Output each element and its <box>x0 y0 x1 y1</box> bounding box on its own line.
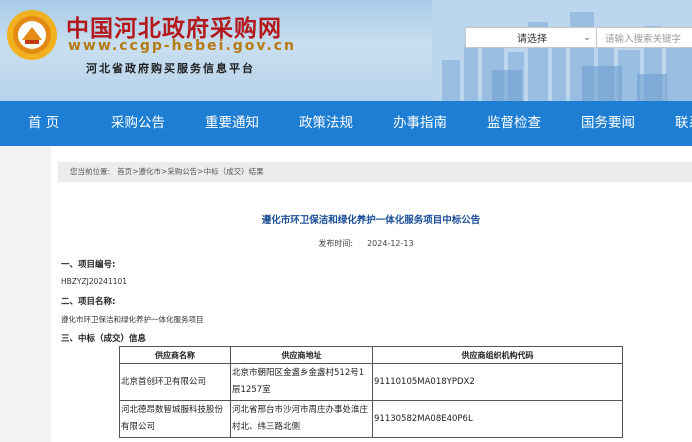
site-header: 中国河北政府采购网 www.ccgp-hebei.gov.cn 河北省政府购买服… <box>0 0 692 101</box>
search-select-value: 请选择 <box>517 34 547 45</box>
project-name-value: 遵化市环卫保洁和绿化养护一体化服务项目 <box>61 315 204 324</box>
breadcrumb-current: 中标（成交）结果 <box>203 167 264 176</box>
section-project-name-heading: 二、项目名称: <box>61 297 116 307</box>
search-input[interactable]: 请输入搜索关键字 <box>597 27 692 48</box>
table-row: 北京首创环卫有限公司 北京市朝阳区金盏乡金盏村512号1层1257室 91110… <box>119 363 623 401</box>
search-category-select[interactable]: 请选择 ⌄ <box>465 27 597 48</box>
table-row: 河北德昂数智城服科技股份有限公司 河北省邢台市沙河市周庄办事处淮庄村北、纬三路北… <box>119 400 623 438</box>
section-award-info-heading: 三、中标（成交）信息 <box>61 334 147 344</box>
supplier-name-cell: 北京首创环卫有限公司 <box>119 363 231 401</box>
procurement-emblem-icon[interactable] <box>6 9 58 61</box>
nav-item-notices[interactable]: 重要通知 <box>205 101 259 146</box>
project-number-value: HBZYZJ20241101 <box>61 277 128 286</box>
nav-item-announcements[interactable]: 采购公告 <box>111 101 165 146</box>
supplier-address-cell: 北京市朝阳区金盏乡金盏村512号1层1257室 <box>230 363 373 401</box>
table-header-row: 供应商名称 供应商地址 供应商组织机构代码 <box>119 346 623 364</box>
publish-date: 2024-12-13 <box>367 239 414 248</box>
col-header-supplier-address: 供应商地址 <box>230 346 373 364</box>
main-nav: 首 页 采购公告 重要通知 政策法规 办事指南 监督检查 国务要闻 联系 <box>0 101 692 146</box>
article-title: 遵化市环卫保洁和绿化养护一体化服务项目中标公告 <box>261 215 481 226</box>
nav-item-policies[interactable]: 政策法规 <box>299 101 353 146</box>
breadcrumb-home[interactable]: 首页 <box>117 162 132 182</box>
nav-item-contact[interactable]: 联系 <box>675 101 692 146</box>
breadcrumb: 您当前位置: 首页>遵化市>采购公告>中标（成交）结果 <box>58 162 692 182</box>
award-table: 供应商名称 供应商地址 供应商组织机构代码 北京首创环卫有限公司 北京市朝阳区金… <box>119 346 623 438</box>
col-header-org-code: 供应商组织机构代码 <box>372 346 623 364</box>
nav-item-guide[interactable]: 办事指南 <box>393 101 447 146</box>
col-header-supplier-name: 供应商名称 <box>119 346 231 364</box>
city-skyline-decoration <box>432 0 692 101</box>
section-project-number-heading: 一、项目编号: <box>61 260 116 270</box>
nav-item-supervision[interactable]: 监督检查 <box>487 101 541 146</box>
nav-item-news[interactable]: 国务要闻 <box>581 101 635 146</box>
site-subtitle: 河北省政府购买服务信息平台 <box>86 62 255 75</box>
org-code-cell: 91130582MA08E40P6L <box>372 400 623 438</box>
publish-info: 发布时间: 2024-12-13 <box>0 238 692 249</box>
nav-item-home[interactable]: 首 页 <box>28 101 59 146</box>
supplier-name-cell: 河北德昂数智城服科技股份有限公司 <box>119 400 231 438</box>
site-url: www.ccgp-hebei.gov.cn <box>68 38 296 54</box>
publish-label: 发布时间: <box>318 239 354 248</box>
org-code-cell: 91110105MA018YPDX2 <box>372 363 623 401</box>
breadcrumb-label: 您当前位置: <box>70 167 111 176</box>
breadcrumb-city[interactable]: 遵化市 <box>138 162 161 182</box>
breadcrumb-announcements[interactable]: 采购公告 <box>167 162 197 182</box>
chevron-down-icon: ⌄ <box>583 32 591 43</box>
supplier-address-cell: 河北省邢台市沙河市周庄办事处淮庄村北、纬三路北侧 <box>230 400 373 438</box>
